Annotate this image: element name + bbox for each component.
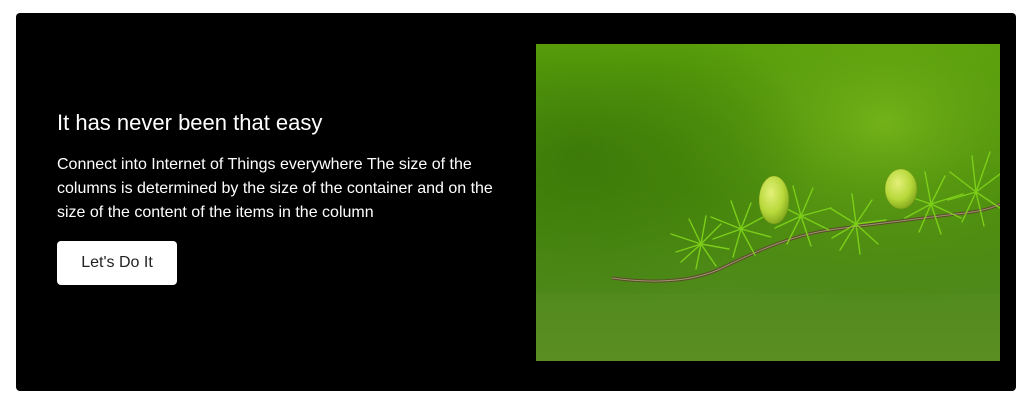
hero-description: Connect into Internet of Things everywhe… [57, 156, 493, 221]
hero-text-column: It has never been that easy Connect into… [57, 109, 517, 285]
lets-do-it-button[interactable]: Let's Do It [57, 241, 177, 285]
hero-card: It has never been that easy Connect into… [16, 13, 1016, 391]
hero-title: It has never been that easy [57, 110, 323, 135]
larch-branch-photo [536, 44, 1000, 361]
